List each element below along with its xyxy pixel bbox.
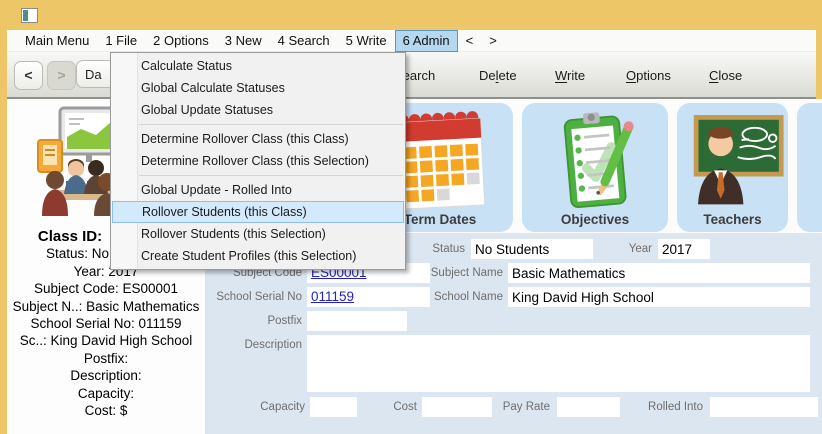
summary-subject-name: Subject N..: Basic Mathematics	[7, 298, 205, 315]
summary-school-name: Sc..: King David High School	[7, 332, 205, 349]
menu-item-global-calculate-statuses[interactable]: Global Calculate Statuses	[111, 77, 405, 99]
window-icon	[21, 8, 38, 23]
menu-next-arrow[interactable]: >	[481, 30, 505, 52]
menu-separator	[139, 124, 403, 125]
menu-item-rollover-students-this-selection[interactable]: Rollover Students (this Selection)	[111, 223, 405, 245]
menu-item-calculate-status[interactable]: Calculate Status	[111, 55, 405, 77]
card-label: Teachers	[677, 212, 788, 227]
school-serial-label: School Serial No	[202, 291, 302, 303]
menu-new[interactable]: 3 New	[217, 30, 270, 52]
menu-item-global-update-rolled-into[interactable]: Global Update - Rolled Into	[111, 179, 405, 201]
forward-button[interactable]: >	[47, 61, 76, 90]
description-label: Description	[202, 339, 302, 351]
subject-name-label: Subject Name	[403, 267, 503, 279]
capacity-label: Capacity	[205, 401, 305, 413]
subject-name-field[interactable]	[508, 263, 810, 283]
summary-school-serial: School Serial No: 011159	[7, 315, 205, 332]
menu-item-determine-rollover-class-this-selection[interactable]: Determine Rollover Class (this Selection…	[111, 150, 405, 172]
menu-options[interactable]: 2 Options	[145, 30, 217, 52]
admin-dropdown-menu: Calculate Status Global Calculate Status…	[110, 52, 406, 270]
summary-subject-code: Subject Code: ES00001	[7, 280, 205, 297]
summary-cost: Cost: $	[7, 402, 205, 419]
menu-item-global-update-statuses[interactable]: Global Update Statuses	[111, 99, 405, 121]
postfix-field[interactable]	[307, 311, 407, 331]
teacher-icon	[681, 109, 785, 209]
menu-main-menu[interactable]: Main Menu	[17, 30, 97, 52]
year-label: Year	[552, 243, 652, 255]
card-objectives[interactable]: Objectives	[522, 103, 668, 232]
school-name-label: School Name	[403, 291, 503, 303]
menu-prev-arrow[interactable]: <	[458, 30, 482, 52]
window-frame-right	[816, 30, 822, 99]
cost-label: Cost	[317, 401, 417, 413]
card-partial[interactable]	[797, 103, 822, 232]
checklist-icon	[545, 109, 645, 211]
classes-icon	[36, 106, 120, 216]
back-button[interactable]: <	[14, 61, 43, 90]
card-teachers[interactable]: Teachers	[677, 103, 788, 232]
menu-file[interactable]: 1 File	[97, 30, 145, 52]
close-button[interactable]: Close	[709, 68, 742, 83]
options-button[interactable]: Options	[626, 68, 671, 83]
menu-admin[interactable]: 6 Admin	[395, 30, 458, 52]
write-button[interactable]: Write	[555, 68, 585, 83]
pay-rate-label: Pay Rate	[450, 401, 550, 413]
menu-item-rollover-students-this-class[interactable]: Rollover Students (this Class)	[112, 201, 404, 223]
menu-item-determine-rollover-class-this-class[interactable]: Determine Rollover Class (this Class)	[111, 128, 405, 150]
summary-capacity: Capacity:	[7, 385, 205, 402]
menu-item-create-student-profiles-this-selection[interactable]: Create Student Profiles (this Selection)	[111, 245, 405, 267]
card-label: Objectives	[522, 212, 668, 227]
menu-write[interactable]: 5 Write	[338, 30, 395, 52]
summary-postfix: Postfix:	[7, 350, 205, 367]
rolled-into-label: Rolled Into	[603, 401, 703, 413]
year-field[interactable]	[658, 239, 710, 259]
summary-description: Description:	[7, 367, 205, 384]
title-bar	[0, 0, 822, 30]
rolled-into-field[interactable]	[710, 397, 818, 417]
school-serial-link[interactable]: 011159	[311, 289, 354, 304]
delete-button[interactable]: Delete	[479, 68, 517, 83]
menu-separator	[139, 175, 403, 176]
menu-search[interactable]: 4 Search	[270, 30, 338, 52]
description-field[interactable]	[307, 335, 810, 392]
menu-bar: Main Menu1 File2 Options3 New4 Search5 W…	[7, 30, 816, 52]
school-name-field[interactable]	[508, 287, 810, 307]
postfix-label: Postfix	[202, 315, 302, 327]
application-window: Main Menu1 File2 Options3 New4 Search5 W…	[0, 0, 822, 434]
